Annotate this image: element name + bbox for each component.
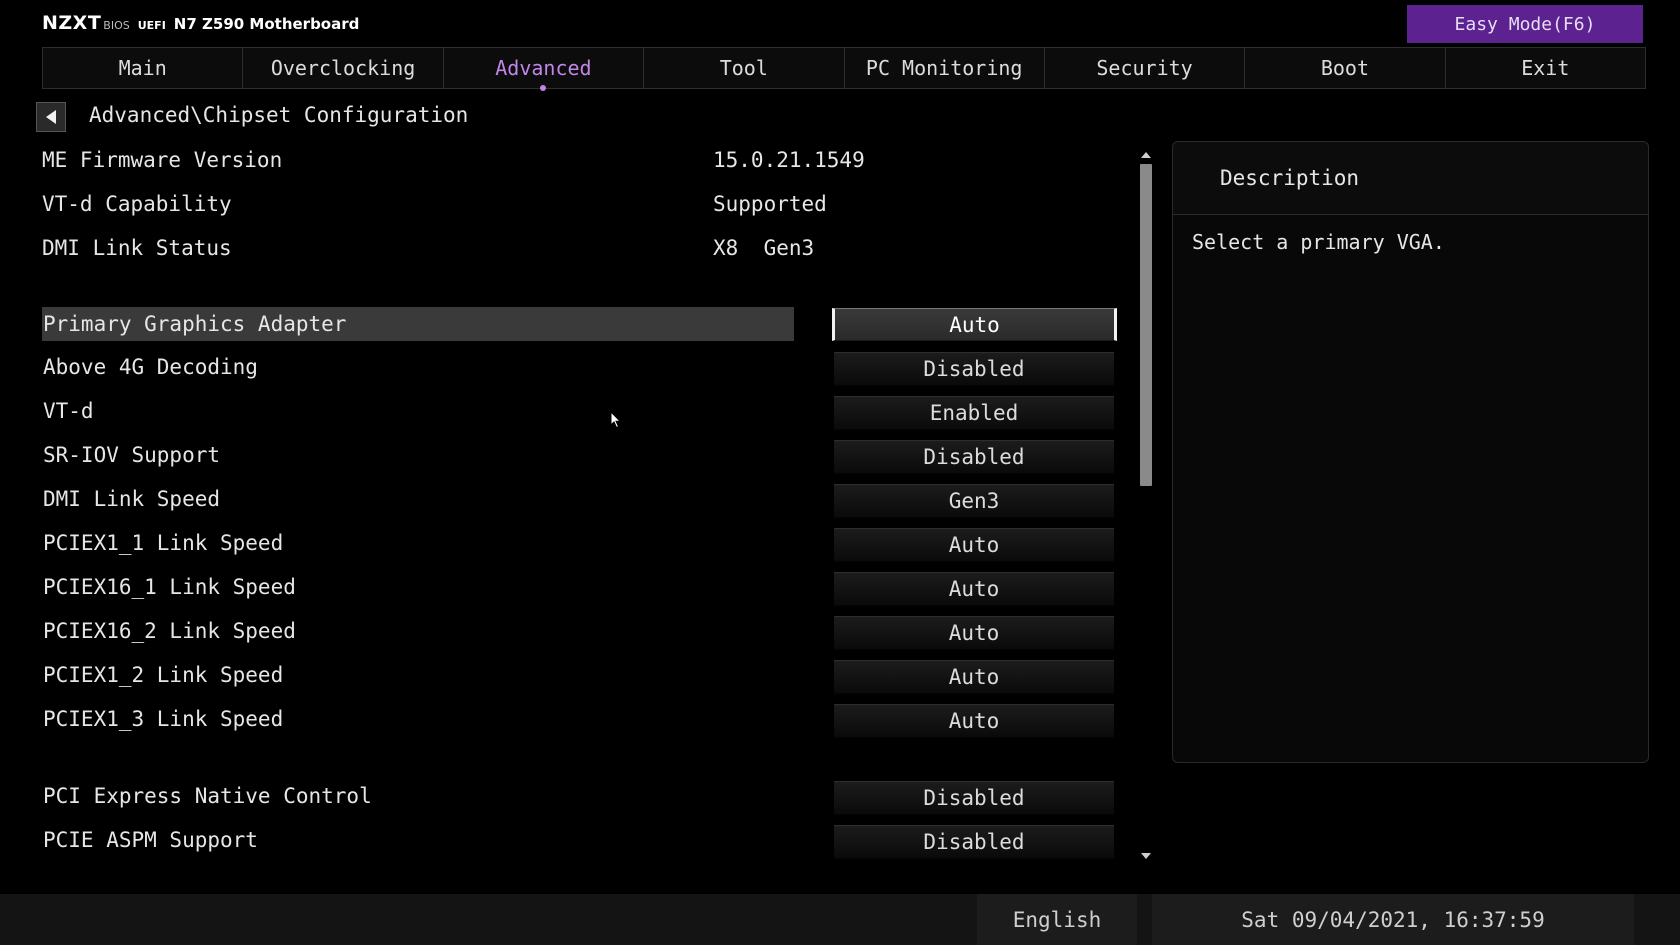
setting-label-pcie-aspm-support[interactable]: PCIE ASPM Support (43, 828, 258, 852)
brand-header: NZXT BIOS UEFI N7 Z590 Motherboard (42, 12, 359, 36)
setting-label-pciex1-1-link-speed[interactable]: PCIEX1_1 Link Speed (43, 531, 283, 555)
setting-label-pciex1-2-link-speed[interactable]: PCIEX1_2 Link Speed (43, 663, 283, 687)
info-label-vtd-capability: VT-d Capability (42, 192, 232, 216)
status-bar: English Sat 09/04/2021, 16:37:59 (0, 894, 1680, 945)
setting-value-pcie-aspm-support[interactable]: Disabled (834, 825, 1114, 859)
setting-label-pciex1-3-link-speed[interactable]: PCIEX1_3 Link Speed (43, 707, 283, 731)
tab-main[interactable]: Main (42, 47, 244, 89)
info-value-me-firmware: 15.0.21.1549 (713, 148, 865, 172)
description-text: Select a primary VGA. (1192, 230, 1445, 254)
back-arrow-icon (46, 110, 56, 124)
easy-mode-button[interactable]: Easy Mode(F6) (1407, 5, 1643, 43)
tab-security[interactable]: Security (1043, 47, 1246, 89)
setting-label-vt-d[interactable]: VT-d (43, 399, 94, 423)
setting-value-dmi-link-speed[interactable]: Gen3 (834, 484, 1114, 518)
setting-value-pciex1-1-link-speed[interactable]: Auto (834, 528, 1114, 562)
tab-pc-monitoring[interactable]: PC Monitoring (843, 47, 1045, 89)
setting-label-above-4g-decoding[interactable]: Above 4G Decoding (43, 355, 258, 379)
scroll-up-arrow-icon[interactable] (1141, 152, 1151, 158)
setting-label-sr-iov-support[interactable]: SR-IOV Support (43, 443, 220, 467)
setting-value-pciex16-2-link-speed[interactable]: Auto (834, 616, 1114, 650)
bios-screen: NZXT BIOS UEFI N7 Z590 Motherboard Easy … (0, 0, 1680, 945)
setting-value-pci-express-native-control[interactable]: Disabled (834, 781, 1114, 815)
tab-advanced[interactable]: Advanced (442, 47, 645, 91)
info-value-dmi-link-status: X8 Gen3 (713, 236, 815, 260)
info-label-me-firmware: ME Firmware Version (42, 148, 283, 172)
bios-label: BIOS (103, 19, 130, 32)
setting-value-sr-iov-support[interactable]: Disabled (834, 440, 1114, 474)
nzxt-logo: NZXT (42, 12, 102, 34)
motherboard-model: N7 Z590 Motherboard (173, 15, 360, 33)
setting-value-above-4g-decoding[interactable]: Disabled (834, 352, 1114, 386)
setting-value-pciex1-2-link-speed[interactable]: Auto (834, 660, 1114, 694)
info-label-dmi-link-status: DMI Link Status (42, 236, 232, 260)
settings-scrollbar[interactable] (1138, 150, 1154, 861)
setting-value-pciex1-3-link-speed[interactable]: Auto (834, 704, 1114, 738)
tab-boot[interactable]: Boot (1244, 47, 1446, 89)
description-panel: Description Select a primary VGA. (1172, 141, 1649, 763)
setting-label-pciex16-2-link-speed[interactable]: PCIEX16_2 Link Speed (43, 619, 296, 643)
main-tab-bar: Main Overclocking Advanced Tool PC Monit… (42, 47, 1646, 91)
scroll-thumb[interactable] (1140, 164, 1152, 486)
setting-label-dmi-link-speed[interactable]: DMI Link Speed (43, 487, 220, 511)
description-title: Description (1220, 166, 1360, 190)
breadcrumb: Advanced\Chipset Configuration (89, 103, 469, 127)
setting-label-pci-express-native-control[interactable]: PCI Express Native Control (43, 784, 372, 808)
setting-value-pciex16-1-link-speed[interactable]: Auto (834, 572, 1114, 606)
back-button[interactable] (36, 102, 66, 132)
setting-label-primary-graphics-adapter[interactable]: Primary Graphics Adapter (42, 307, 794, 341)
mouse-pointer-icon (610, 411, 622, 429)
tab-overclocking[interactable]: Overclocking (242, 47, 444, 89)
setting-label-pciex16-1-link-speed[interactable]: PCIEX16_1 Link Speed (43, 575, 296, 599)
scroll-down-arrow-icon[interactable] (1141, 853, 1151, 859)
language-button[interactable]: English (977, 894, 1137, 945)
info-value-vtd-capability: Supported (713, 192, 827, 216)
setting-value-vt-d[interactable]: Enabled (834, 396, 1114, 430)
datetime-display: Sat 09/04/2021, 16:37:59 (1152, 894, 1634, 945)
setting-value-primary-graphics-adapter[interactable]: Auto (832, 308, 1117, 341)
description-header: Description (1173, 142, 1648, 215)
uefi-label: UEFI (137, 19, 166, 32)
tab-exit[interactable]: Exit (1444, 47, 1646, 89)
tab-tool[interactable]: Tool (643, 47, 845, 89)
